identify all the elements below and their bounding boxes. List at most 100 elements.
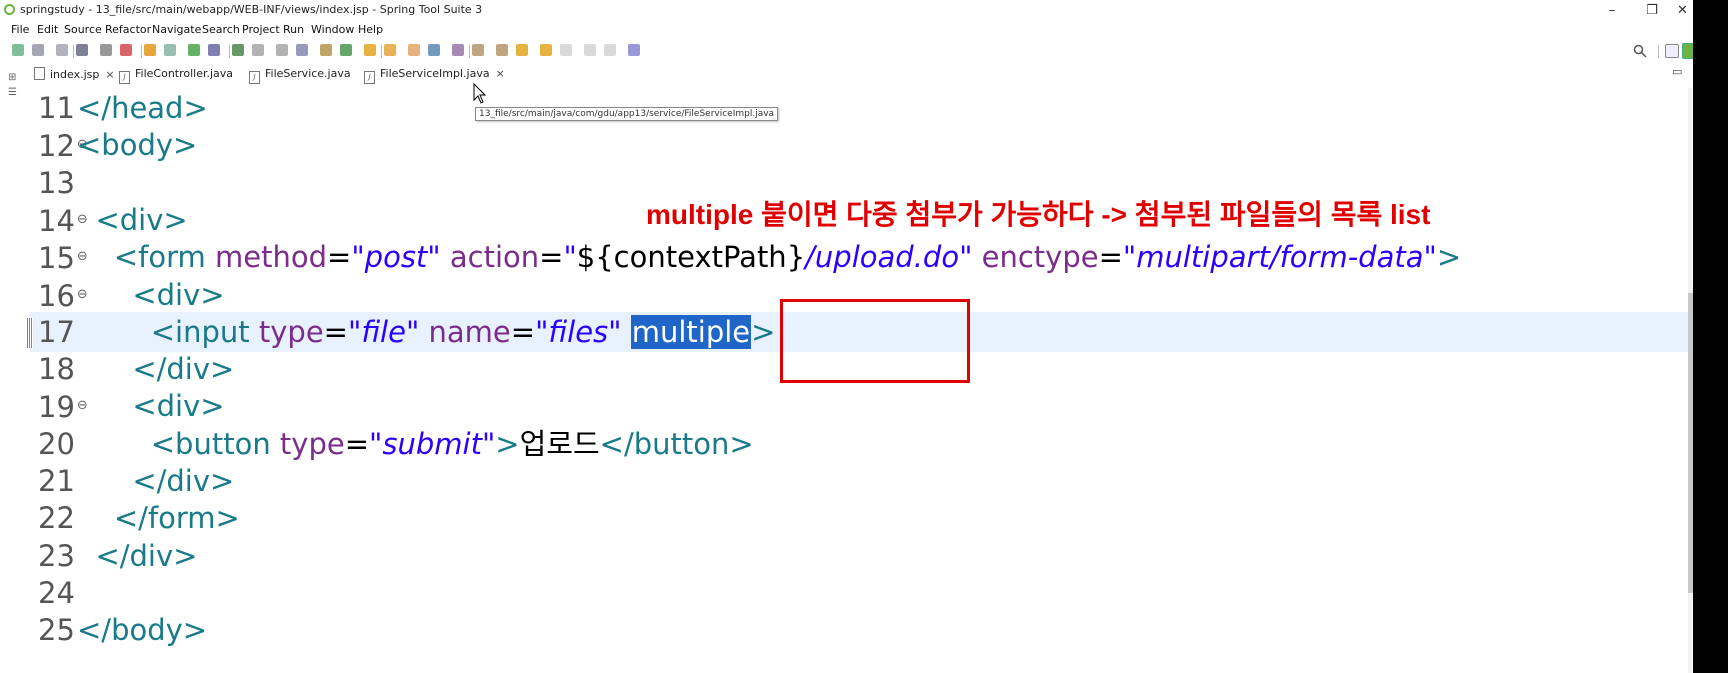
editor-tab-bar: ▭ index.jsp × J FileController.java J FileSer… <box>0 64 1693 86</box>
annotation-note: multiple 붙이면 다중 첨부가 가능하다 -> 첨부된 파일들의 목록 … <box>646 199 1431 230</box>
spring-tool-suite-icon <box>4 4 15 15</box>
code-line-11[interactable]: 11 </head> <box>30 88 1690 128</box>
toolbar-button-icon[interactable] <box>120 44 132 56</box>
jsp-file-icon <box>34 67 45 80</box>
menu-help[interactable]: Help <box>358 23 383 36</box>
main-toolbar <box>0 40 1693 62</box>
toolbar-button-icon[interactable] <box>584 44 596 56</box>
close-button[interactable]: ✕ <box>1672 0 1693 21</box>
minimize-editor-icon[interactable]: ▭ <box>1672 65 1682 78</box>
minimize-button[interactable]: – <box>1592 0 1632 21</box>
toolbar-button-icon[interactable] <box>604 44 616 56</box>
toolbar-button-icon[interactable] <box>560 44 572 56</box>
toolbar-button-icon[interactable] <box>364 44 376 56</box>
toolbar-button-icon[interactable] <box>208 44 220 56</box>
menu-navigate[interactable]: Navigate <box>152 23 201 36</box>
toolbar-button-icon[interactable] <box>12 44 24 56</box>
toolbar-button-icon[interactable] <box>232 44 244 56</box>
code-text: <div> <box>77 275 224 315</box>
toolbar-button-icon[interactable] <box>252 44 264 56</box>
toolbar-button-icon[interactable] <box>100 44 112 56</box>
tab-label: FileServiceImpl.java <box>380 67 490 80</box>
code-line-20[interactable]: 20 <button type="submit">업로드</button> <box>30 424 1690 464</box>
code-token: </button> <box>599 426 754 461</box>
toolbar-button-icon[interactable] <box>408 44 420 56</box>
line-number: 24 <box>38 575 75 610</box>
close-tab-icon[interactable]: × <box>105 68 114 81</box>
window-title: springstudy - 13_file/src/main/webapp/WE… <box>20 3 483 16</box>
toolbar-button-icon[interactable] <box>276 44 288 56</box>
toolbar-button-icon[interactable] <box>56 44 68 56</box>
toolbar-button-icon[interactable] <box>384 44 396 56</box>
toolbar-button-icon[interactable] <box>296 44 308 56</box>
editor-scrollbar[interactable] <box>1688 88 1693 673</box>
code-token: </div> <box>132 464 235 498</box>
mouse-cursor-icon <box>473 83 487 104</box>
close-tab-icon[interactable]: × <box>496 67 505 80</box>
tab-fileservice-java[interactable]: J FileService.java <box>249 67 351 84</box>
menu-file[interactable]: File <box>11 23 29 36</box>
code-line-15[interactable]: 15 ⊖ <form method="post" action="${contex… <box>30 237 1690 277</box>
toolbar-button-icon[interactable] <box>76 44 88 56</box>
scrollbar-thumb[interactable] <box>1688 293 1693 593</box>
menu-edit[interactable]: Edit <box>37 23 58 36</box>
toolbar-button-icon[interactable] <box>164 44 176 56</box>
tab-path-tooltip: 13_file/src/main/java/com/gdu/app13/serv… <box>475 107 779 121</box>
code-token: = <box>510 314 536 349</box>
code-line-24[interactable]: 24 <box>30 573 1690 613</box>
code-token: name <box>428 314 511 349</box>
java-file-icon: J <box>364 71 375 84</box>
toolbar-button-icon[interactable] <box>516 44 528 56</box>
spring-perspective-icon[interactable] <box>1682 43 1693 59</box>
menu-refactor[interactable]: Refactor <box>105 23 151 36</box>
code-line-22[interactable]: 22 </form> <box>30 498 1690 538</box>
menu-source[interactable]: Source <box>64 23 102 36</box>
outline-icon[interactable]: ☰ <box>8 87 17 98</box>
menu-search[interactable]: Search <box>202 23 240 36</box>
title-bar: springstudy - 13_file/src/main/webapp/WE… <box>0 0 1693 21</box>
toolbar-button-icon[interactable] <box>340 44 352 56</box>
code-token: > <box>495 426 520 461</box>
tab-fileserviceimpl-java[interactable]: J FileServiceImpl.java × <box>364 67 505 84</box>
code-token: <button <box>150 426 280 461</box>
toolbar-button-icon[interactable] <box>540 44 552 56</box>
code-text: <body> <box>77 125 197 165</box>
open-perspective-icon[interactable] <box>1665 44 1679 58</box>
highlight-box <box>780 299 970 383</box>
code-line-19[interactable]: 19 ⊖ <div> <box>30 386 1690 426</box>
code-token: </div> <box>132 352 235 387</box>
code-token: </body> <box>77 613 208 648</box>
toolbar-button-icon[interactable] <box>320 44 332 56</box>
menu-window[interactable]: Window <box>311 23 354 36</box>
code-text: </div> <box>77 536 197 576</box>
toolbar-button-icon[interactable] <box>188 44 200 56</box>
toolbar-button-icon[interactable] <box>628 44 640 56</box>
code-line-12[interactable]: 12 ⊖ <body> <box>30 125 1690 165</box>
code-line-25[interactable]: 25 </body> <box>30 610 1690 650</box>
toolbar-button-icon[interactable] <box>496 44 508 56</box>
menu-bar: File Edit Source Refactor Navigate Search Proj… <box>0 21 1693 39</box>
menu-run[interactable]: Run <box>283 23 304 36</box>
toolbar-button-icon[interactable] <box>472 44 484 56</box>
toolbar-button-icon[interactable] <box>144 44 156 56</box>
restore-button[interactable]: ❐ <box>1632 0 1672 21</box>
toolbar-button-icon[interactable] <box>428 44 440 56</box>
tab-index-jsp[interactable]: index.jsp × <box>34 67 115 83</box>
code-line-23[interactable]: 23 </div> <box>30 536 1690 576</box>
toolbar-button-icon[interactable] <box>32 44 44 56</box>
code-line-21[interactable]: 21 </div> <box>30 461 1690 501</box>
search-icon[interactable] <box>1633 44 1647 58</box>
tab-filecontroller-java[interactable]: J FileController.java <box>119 67 233 84</box>
code-token: <div> <box>132 389 225 424</box>
code-token: type <box>258 314 324 349</box>
selected-text: multiple <box>630 314 752 349</box>
menu-project[interactable]: Project <box>242 23 280 36</box>
toolbar-button-icon[interactable] <box>452 44 464 56</box>
